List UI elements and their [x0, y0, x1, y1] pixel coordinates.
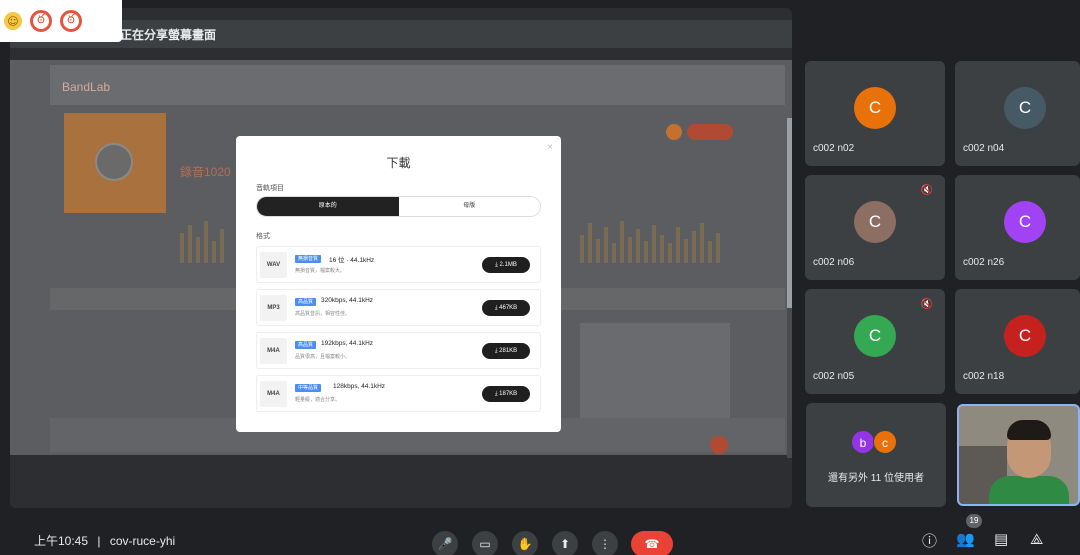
clock: 上午10:45 — [34, 534, 89, 548]
participant-name: c002 n06 — [813, 257, 855, 268]
present-icon[interactable]: ⬆ — [552, 531, 578, 555]
more-options-icon[interactable]: ⋮ — [592, 531, 618, 555]
file-size: 187KB — [499, 391, 518, 397]
quality-badge: 高品質 — [295, 298, 317, 306]
raise-hand-icon[interactable]: ✋ — [512, 531, 538, 555]
format-option[interactable]: M4A 高品質 192kbps, 44.1kHz 品質很高，且檔案較小。 ⤓ 2… — [256, 332, 541, 369]
quality-badge: 中等品質 — [295, 384, 322, 392]
share-title: 正在分享螢幕畫面 — [120, 28, 217, 42]
format-option[interactable]: MP3 高品質 320kbps, 44.1kHz 高品質音訊，相容性佳。 ⤓ 4… — [256, 289, 541, 326]
avatar: C — [854, 87, 896, 129]
mic-icon[interactable]: 🎤 — [432, 531, 458, 555]
participant-name: c002 n04 — [963, 143, 1005, 154]
bandlab-avatar — [666, 124, 682, 140]
download-button[interactable]: ⤓ 281KB — [482, 343, 530, 359]
format-option[interactable]: WAV 無損音質 16 位 · 44.1kHz 無損音質，檔案較大。 ⤓ 2.1… — [256, 246, 541, 283]
reactions-bar: ☺ ఠ ఠ — [0, 0, 122, 42]
avatar: C — [854, 201, 896, 243]
avatar: C — [1004, 315, 1046, 357]
download-button[interactable]: ⤓ 467KB — [482, 300, 530, 316]
quality-badge: 無損音質 — [295, 255, 322, 263]
section-label: 音軌項目 — [256, 185, 284, 192]
participant-tile[interactable]: C c002 n26 — [955, 175, 1080, 280]
participant-name: c002 n05 — [813, 371, 855, 382]
more-participants-tile[interactable]: b c 還有另外 11 位使用者 — [806, 403, 946, 507]
people-icon[interactable]: 👥 — [956, 530, 975, 548]
format-spec: 320kbps, 44.1kHz — [321, 297, 374, 304]
scrollbar-thumb[interactable] — [787, 118, 792, 308]
format-description: 品質很高，且檔案較小。 — [295, 354, 351, 360]
hangup-icon[interactable]: ☎ — [631, 531, 673, 555]
format-code: M4A — [260, 338, 287, 364]
meeting-code: cov-ruce-yhi — [109, 534, 176, 548]
participant-tile[interactable]: C c002 n04 — [955, 61, 1080, 166]
format-description: 無損音質，檔案較大。 — [295, 268, 346, 274]
participant-tile[interactable]: C c002 n02 — [805, 61, 945, 166]
file-size: 2.1MB — [499, 262, 517, 268]
bandlab-side-panel — [580, 323, 730, 423]
activities-icon[interactable]: ⟁ — [1030, 530, 1043, 548]
reaction-icon: ఠ — [60, 10, 82, 32]
avatar: C — [1004, 87, 1046, 129]
format-spec: 128kbps, 44.1kHz — [333, 383, 386, 390]
reaction-icon: ఠ — [30, 10, 52, 32]
record-icon — [710, 436, 728, 454]
participant-tile[interactable]: 🔇 C c002 n06 — [805, 175, 945, 280]
close-icon[interactable]: × — [547, 142, 553, 153]
bandlab-button — [687, 124, 733, 140]
track-toggle[interactable]: 原本的 母版 — [256, 196, 541, 217]
participant-name: c002 n18 — [963, 371, 1005, 382]
bandlab-logo: BandLab — [62, 80, 111, 94]
participant-tile[interactable]: C c002 n18 — [955, 289, 1080, 394]
participant-name: c002 n02 — [813, 143, 855, 154]
download-dialog: × 下載 音軌項目 原本的 母版 格式 WAV 無損音質 16 位 · 44.1… — [236, 136, 561, 432]
format-code: M4A — [260, 381, 287, 407]
self-video-tile[interactable] — [957, 404, 1080, 506]
format-code: MP3 — [260, 295, 287, 321]
file-size: 467KB — [499, 305, 518, 311]
format-spec: 16 位 · 44.1kHz — [329, 257, 375, 264]
chat-icon[interactable]: ▤ — [994, 530, 1008, 548]
bandlab-track-title: 錄音1020 — [180, 165, 231, 179]
participant-name: c002 n26 — [963, 257, 1005, 268]
format-description: 高品質音訊，相容性佳。 — [295, 311, 351, 317]
more-participants-label: 還有另外 11 位使用者 — [828, 473, 924, 484]
file-size: 281KB — [499, 348, 518, 354]
quality-badge: 高品質 — [295, 341, 317, 349]
format-code: WAV — [260, 252, 287, 278]
participant-tile[interactable]: 🔇 C c002 n05 — [805, 289, 945, 394]
avatar: C — [854, 315, 896, 357]
bandlab-header — [50, 65, 785, 105]
format-description: 輕量級，適合分享。 — [295, 397, 341, 403]
separator: | — [97, 534, 101, 548]
toggle-master[interactable]: 母版 — [398, 197, 540, 216]
smile-emoji-icon: ☺ — [4, 12, 22, 30]
video-person — [1007, 420, 1051, 440]
info-icon[interactable]: ⓘ — [922, 530, 937, 551]
format-option[interactable]: M4A 中等品質 128kbps, 44.1kHz 輕量級，適合分享。 ⤓ 18… — [256, 375, 541, 412]
download-button[interactable]: ⤓ 187KB — [482, 386, 530, 402]
download-button[interactable]: ⤓ 2.1MB — [482, 257, 530, 273]
mic-off-icon: 🔇 — [920, 299, 933, 310]
camera-icon[interactable]: ▭ — [472, 531, 498, 555]
video-person — [989, 476, 1069, 504]
avatar: C — [1004, 201, 1046, 243]
mic-off-icon: 🔇 — [920, 185, 933, 196]
play-icon — [95, 143, 133, 181]
toggle-original[interactable]: 原本的 — [257, 197, 399, 216]
avatar: c — [873, 430, 897, 454]
avatar: b — [851, 430, 875, 454]
people-count-badge: 19 — [966, 514, 982, 528]
meeting-info: 上午10:45 | cov-ruce-yhi — [34, 532, 175, 549]
section-label: 格式 — [256, 233, 270, 240]
format-spec: 192kbps, 44.1kHz — [321, 340, 374, 347]
dialog-title: 下載 — [386, 156, 411, 170]
